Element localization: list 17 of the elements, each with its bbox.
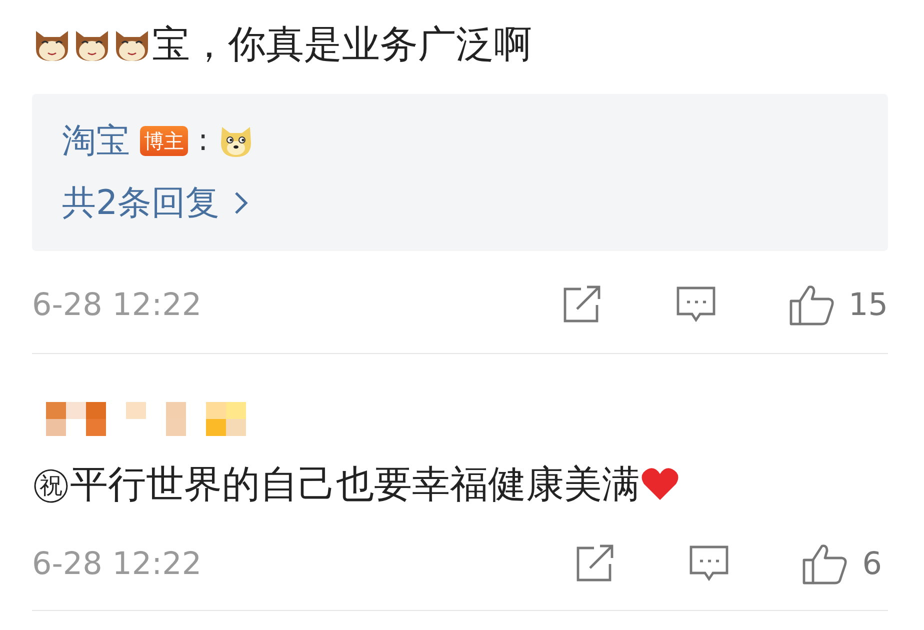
comment-icon[interactable] bbox=[688, 544, 730, 584]
blogger-badge: 博主 bbox=[140, 126, 188, 156]
like-count: 6 bbox=[862, 544, 882, 584]
reply-card[interactable]: 淘宝 博主 : 共2条回复 bbox=[32, 94, 888, 251]
like-count: 15 bbox=[848, 286, 888, 325]
more-replies-link[interactable]: 共2条回复 bbox=[62, 181, 248, 225]
comment-text: ㊗平行世界的自己也要幸福健康美满 bbox=[32, 461, 640, 508]
comment-time: 6-28 12:22 bbox=[32, 544, 203, 584]
reply-separator: : bbox=[198, 122, 208, 160]
thumbs-up-icon[interactable] bbox=[788, 284, 835, 326]
comment-icon[interactable] bbox=[674, 285, 717, 325]
comment-text: 宝，你真是业务广泛啊 bbox=[152, 21, 532, 68]
comment-time: 6-28 12:22 bbox=[32, 286, 203, 325]
chevron-right-icon bbox=[234, 191, 248, 215]
thumbs-up-icon[interactable] bbox=[802, 543, 848, 585]
reply-author[interactable]: 淘宝 bbox=[62, 118, 130, 162]
heart-emoji-icon bbox=[640, 466, 680, 502]
